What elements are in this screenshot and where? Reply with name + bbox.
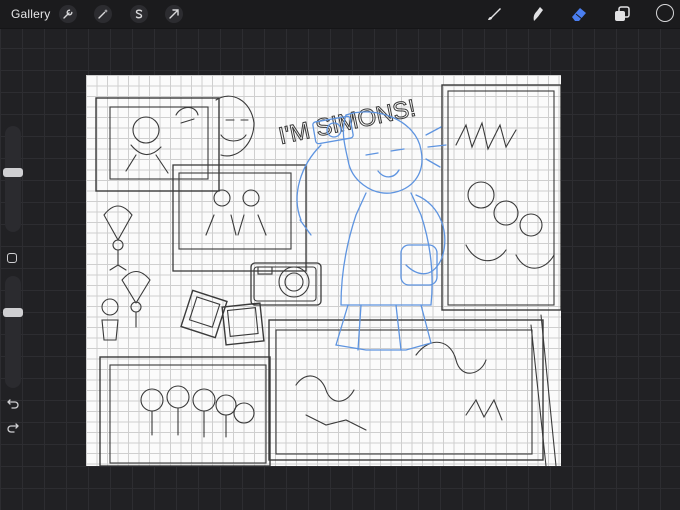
top-toolbar: Gallery	[0, 0, 680, 29]
redo-icon[interactable]	[6, 420, 20, 434]
opacity-thumb[interactable]	[3, 307, 23, 317]
side-bar	[2, 126, 24, 440]
drawing-canvas[interactable]: I'M SIMONS!	[86, 75, 561, 466]
brush-size-slider[interactable]	[3, 126, 23, 232]
brush-icon[interactable]	[484, 4, 504, 24]
smudge-icon[interactable]	[527, 4, 547, 24]
eraser-icon[interactable]	[569, 4, 589, 24]
move-arrow-icon[interactable]	[165, 5, 183, 23]
layers-icon[interactable]	[612, 4, 632, 24]
color-picker-button[interactable]	[656, 4, 674, 22]
opacity-slider[interactable]	[3, 276, 23, 388]
sketch-title-text: I'M SIMONS!	[276, 95, 418, 150]
modify-button[interactable]	[7, 253, 17, 263]
magic-wand-icon[interactable]	[94, 5, 112, 23]
brush-size-thumb[interactable]	[3, 167, 23, 177]
wrench-icon[interactable]	[59, 5, 77, 23]
undo-icon[interactable]	[6, 396, 20, 410]
selection-s-icon[interactable]	[130, 5, 148, 23]
gallery-button[interactable]: Gallery	[11, 7, 50, 21]
sketch-artwork: I'M SIMONS!	[95, 84, 561, 466]
